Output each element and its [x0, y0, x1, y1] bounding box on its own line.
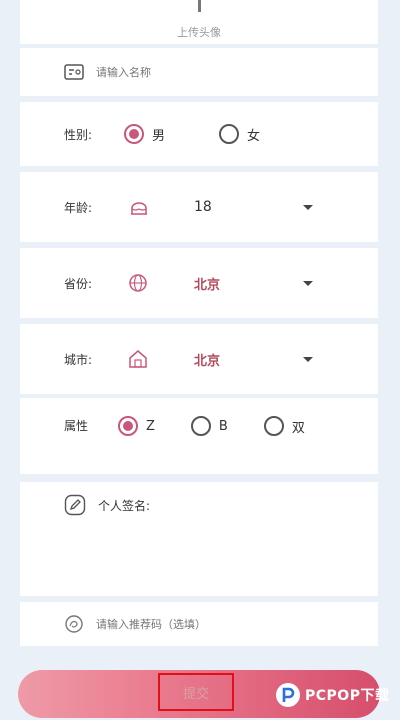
submit-button[interactable]: 提交	[158, 673, 234, 711]
watermark: PCPOP下载	[275, 682, 389, 708]
gender-label: 性别:	[64, 127, 93, 142]
radio-unchecked-icon	[263, 416, 284, 436]
radio-unchecked-icon	[190, 416, 211, 436]
province-card[interactable]: 省份: 北京	[20, 248, 378, 318]
gender-option-female[interactable]: 女	[219, 124, 260, 144]
name-input[interactable]	[96, 65, 316, 79]
attribute-label: 属性	[64, 419, 89, 433]
attribute-option-z[interactable]: Z	[118, 416, 155, 436]
attribute-card: 属性 Z B 双	[20, 398, 378, 474]
avatar-handle	[198, 0, 201, 12]
referral-card	[20, 602, 378, 646]
avatar-card[interactable]: 上传头像	[20, 0, 378, 44]
city-value: 北京	[194, 353, 221, 369]
chevron-down-icon[interactable]	[303, 280, 313, 286]
watermark-text: PCPOP下载	[305, 688, 390, 704]
city-card[interactable]: 城市: 北京	[20, 324, 378, 394]
chevron-down-icon[interactable]	[303, 356, 313, 362]
province-label: 省份:	[64, 276, 93, 291]
age-card[interactable]: 年龄: 18	[20, 172, 378, 242]
gender-option-male[interactable]: 男	[124, 124, 165, 144]
city-label: 城市:	[64, 352, 93, 367]
radio-checked-icon	[124, 124, 144, 144]
house-icon	[128, 349, 148, 369]
cake-icon	[128, 198, 150, 216]
globe-icon	[128, 273, 148, 293]
age-value: 18	[194, 199, 212, 215]
id-card-icon	[64, 64, 84, 80]
referral-icon	[64, 614, 84, 634]
radio-checked-icon	[118, 416, 138, 436]
radio-unchecked-icon	[219, 124, 240, 144]
signature-card[interactable]: 个人签名:	[20, 482, 378, 596]
gender-card: 性别: 男 女	[20, 102, 378, 166]
pcpop-logo-icon	[275, 682, 301, 708]
attribute-option-b[interactable]: B	[190, 416, 228, 436]
age-label: 年龄:	[64, 200, 93, 215]
chevron-down-icon[interactable]	[303, 204, 313, 210]
upload-avatar-label: 上传头像	[177, 26, 221, 39]
province-value: 北京	[194, 277, 221, 293]
referral-input[interactable]	[96, 617, 336, 631]
signature-label: 个人签名:	[98, 498, 151, 513]
name-field-card	[20, 48, 378, 96]
pencil-icon	[64, 494, 86, 516]
attribute-option-both[interactable]: 双	[263, 416, 305, 436]
